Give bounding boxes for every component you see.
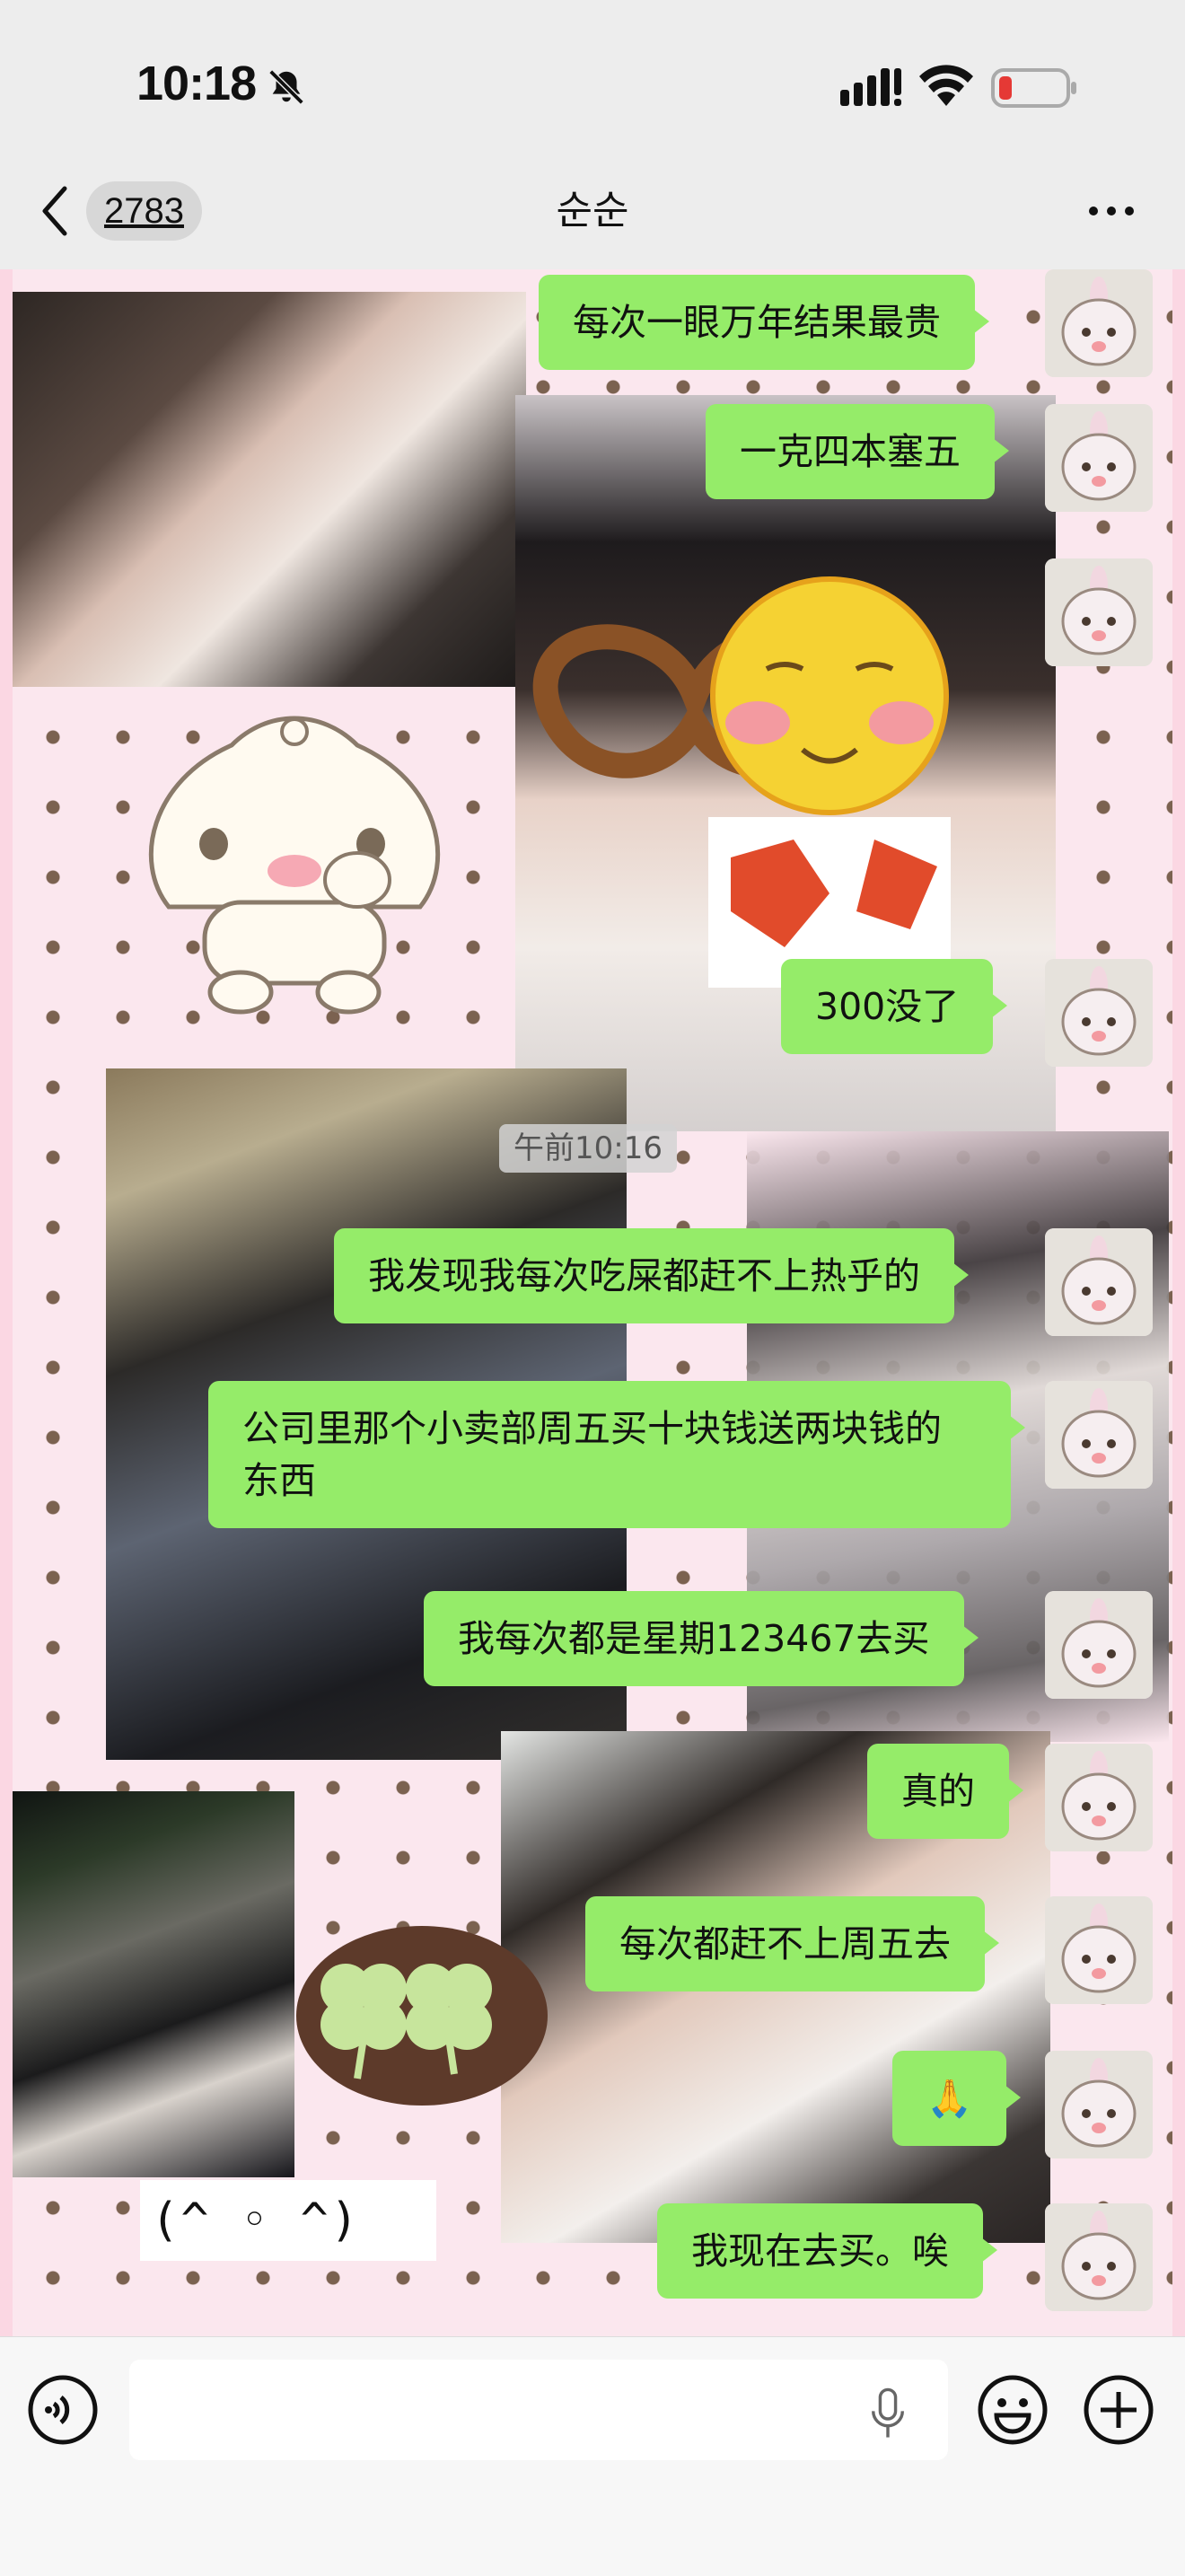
message-bubble[interactable]: 我发现我每次吃屎都赶不上热乎的 <box>334 1228 969 1323</box>
cellular-signal-icon <box>840 68 901 106</box>
avatar[interactable] <box>1045 2203 1153 2311</box>
avatar[interactable] <box>1045 2051 1153 2158</box>
bell-muted-icon <box>268 69 304 105</box>
message-bubble[interactable]: 300没了 <box>781 959 1008 1054</box>
back-chevron-icon[interactable] <box>36 180 72 242</box>
status-bar: 10:18 <box>0 0 1185 171</box>
wallpaper-photo <box>0 1791 294 2177</box>
battery-icon <box>991 68 1076 108</box>
avatar[interactable] <box>1045 558 1153 666</box>
unread-count-badge[interactable]: 2783 <box>86 181 202 241</box>
message-bubble[interactable]: 公司里那个小卖部周五买十块钱送两块钱的东西 <box>208 1381 1025 1528</box>
emoji-pretzel-sticker <box>532 576 951 988</box>
avatar[interactable] <box>1045 1896 1153 2004</box>
avatar[interactable] <box>1045 1228 1153 1336</box>
more-options-icon[interactable] <box>1086 202 1137 220</box>
avatar[interactable] <box>1045 1381 1153 1489</box>
avatar[interactable] <box>1045 959 1153 1067</box>
plus-icon[interactable] <box>1083 2374 1154 2446</box>
microphone-icon[interactable] <box>865 2387 910 2440</box>
wifi-icon <box>919 65 973 106</box>
message-bubble[interactable]: 每次都赶不上周五去 <box>585 1896 999 1991</box>
message-bubble[interactable]: 一克四本塞五 <box>706 404 1009 499</box>
bun-character-sticker <box>148 716 441 1015</box>
message-input[interactable] <box>129 2360 948 2460</box>
avatar[interactable] <box>1045 404 1153 512</box>
message-bubble[interactable]: 我现在去买。唉 <box>657 2203 997 2299</box>
avatar[interactable] <box>1045 1744 1153 1851</box>
chat-title: 순순 <box>556 188 629 233</box>
kaomoji-text: (^ ◦ ^) <box>151 2194 361 2247</box>
message-bubble[interactable]: 真的 <box>867 1744 1023 1839</box>
chat-area[interactable]: (^ ◦ ^) 午前10:16 每次一眼万年结果最贵 一克四本塞五 300没了 … <box>0 269 1185 2336</box>
message-bubble[interactable]: 🙏 <box>892 2051 1022 2146</box>
message-bubble[interactable]: 每次一眼万年结果最贵 <box>539 275 989 370</box>
avatar[interactable] <box>1045 1591 1153 1699</box>
clover-sticker <box>296 1926 548 2106</box>
voice-input-icon[interactable] <box>27 2374 99 2446</box>
status-time: 10:18 <box>136 57 257 110</box>
avatar[interactable] <box>1045 269 1153 377</box>
message-bubble[interactable]: 我每次都是星期123467去买 <box>424 1591 979 1686</box>
emoji-icon[interactable] <box>977 2374 1049 2446</box>
wallpaper-photo <box>0 292 526 687</box>
message-timestamp: 午前10:16 <box>499 1124 677 1173</box>
